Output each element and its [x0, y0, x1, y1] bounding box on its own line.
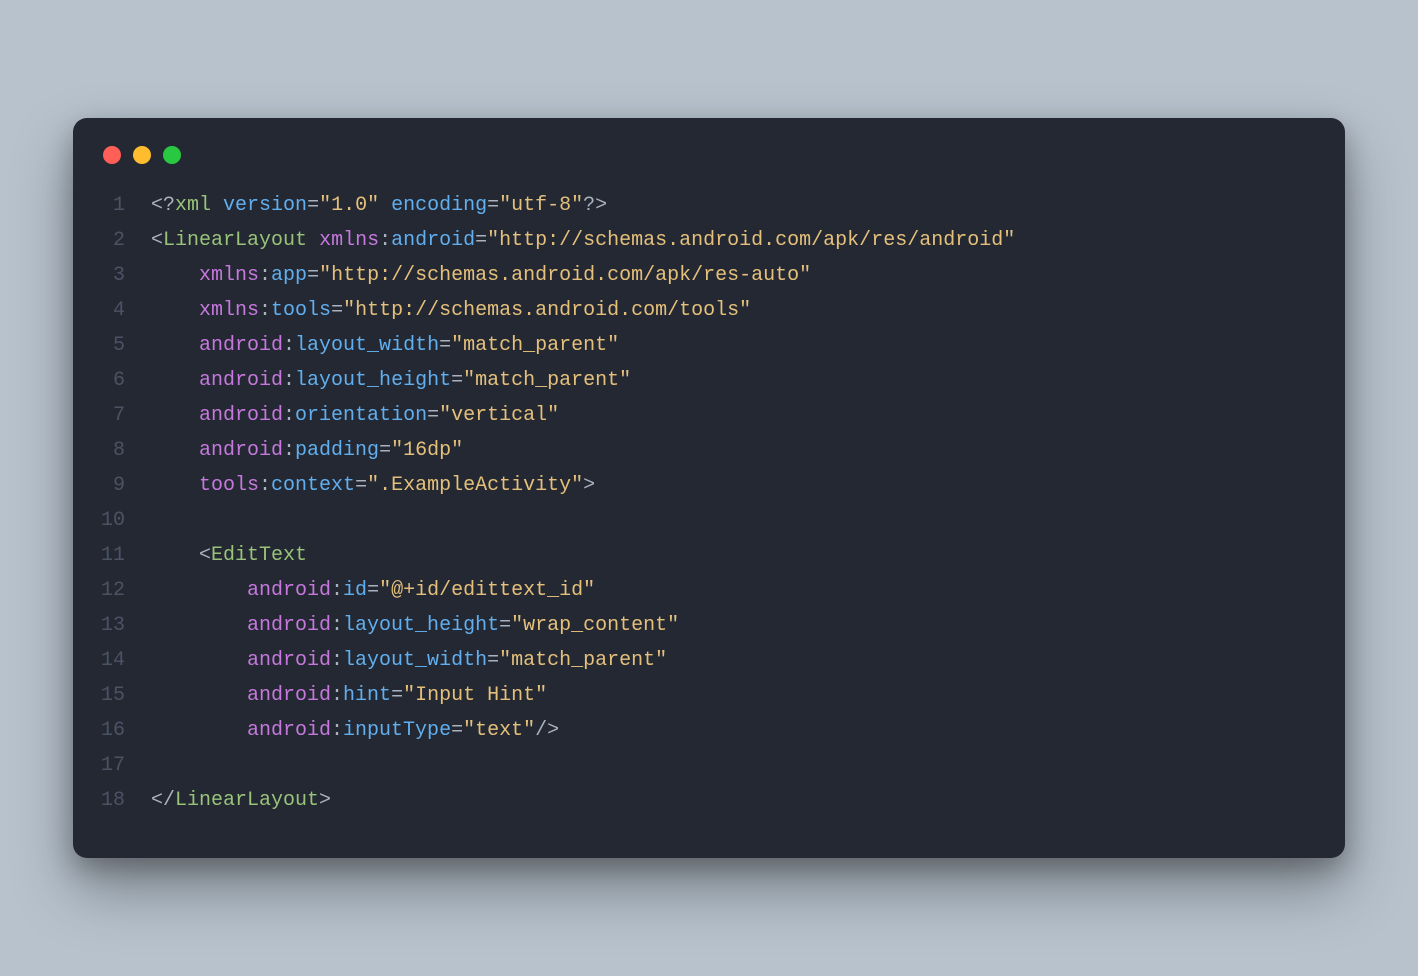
code-block: 1 <?xml version="1.0" encoding="utf-8"?>…: [73, 188, 1345, 818]
code-content: android:hint="Input Hint": [151, 678, 1345, 713]
line-number: 15: [73, 678, 151, 713]
code-content: android:id="@+id/edittext_id": [151, 573, 1345, 608]
code-window: 1 <?xml version="1.0" encoding="utf-8"?>…: [73, 118, 1345, 858]
line-number: 11: [73, 538, 151, 573]
code-content: android:layout_height="match_parent": [151, 363, 1345, 398]
line-number: 9: [73, 468, 151, 503]
code-line: 2 <LinearLayout xmlns:android="http://sc…: [73, 223, 1345, 258]
line-number: 12: [73, 573, 151, 608]
code-content: [151, 503, 1345, 538]
maximize-icon[interactable]: [163, 146, 181, 164]
minimize-icon[interactable]: [133, 146, 151, 164]
line-number: 17: [73, 748, 151, 783]
code-line: 9 tools:context=".ExampleActivity">: [73, 468, 1345, 503]
close-icon[interactable]: [103, 146, 121, 164]
code-content: android:layout_width="match_parent": [151, 328, 1345, 363]
line-number: 14: [73, 643, 151, 678]
code-line: 18 </LinearLayout>: [73, 783, 1345, 818]
code-content: xmlns:tools="http://schemas.android.com/…: [151, 293, 1345, 328]
line-number: 13: [73, 608, 151, 643]
code-content: <?xml version="1.0" encoding="utf-8"?>: [151, 188, 1345, 223]
code-line: 7 android:orientation="vertical": [73, 398, 1345, 433]
line-number: 6: [73, 363, 151, 398]
line-number: 10: [73, 503, 151, 538]
code-line: 6 android:layout_height="match_parent": [73, 363, 1345, 398]
code-line: 17: [73, 748, 1345, 783]
code-line: 14 android:layout_width="match_parent": [73, 643, 1345, 678]
code-content: tools:context=".ExampleActivity">: [151, 468, 1345, 503]
code-content: android:orientation="vertical": [151, 398, 1345, 433]
line-number: 2: [73, 223, 151, 258]
line-number: 8: [73, 433, 151, 468]
code-line: 11 <EditText: [73, 538, 1345, 573]
code-content: android:padding="16dp": [151, 433, 1345, 468]
code-line: 13 android:layout_height="wrap_content": [73, 608, 1345, 643]
line-number: 5: [73, 328, 151, 363]
code-line: 4 xmlns:tools="http://schemas.android.co…: [73, 293, 1345, 328]
code-content: [151, 748, 1345, 783]
code-content: android:layout_width="match_parent": [151, 643, 1345, 678]
line-number: 7: [73, 398, 151, 433]
code-content: android:inputType="text"/>: [151, 713, 1345, 748]
code-line: 12 android:id="@+id/edittext_id": [73, 573, 1345, 608]
code-content: <LinearLayout xmlns:android="http://sche…: [151, 223, 1345, 258]
line-number: 4: [73, 293, 151, 328]
code-line: 3 xmlns:app="http://schemas.android.com/…: [73, 258, 1345, 293]
line-number: 1: [73, 188, 151, 223]
code-content: xmlns:app="http://schemas.android.com/ap…: [151, 258, 1345, 293]
code-content: <EditText: [151, 538, 1345, 573]
code-content: </LinearLayout>: [151, 783, 1345, 818]
line-number: 3: [73, 258, 151, 293]
line-number: 16: [73, 713, 151, 748]
code-line: 15 android:hint="Input Hint": [73, 678, 1345, 713]
code-line: 16 android:inputType="text"/>: [73, 713, 1345, 748]
window-controls: [73, 146, 1345, 188]
code-line: 5 android:layout_width="match_parent": [73, 328, 1345, 363]
line-number: 18: [73, 783, 151, 818]
code-line: 8 android:padding="16dp": [73, 433, 1345, 468]
code-line: 1 <?xml version="1.0" encoding="utf-8"?>: [73, 188, 1345, 223]
code-content: android:layout_height="wrap_content": [151, 608, 1345, 643]
code-line: 10: [73, 503, 1345, 538]
